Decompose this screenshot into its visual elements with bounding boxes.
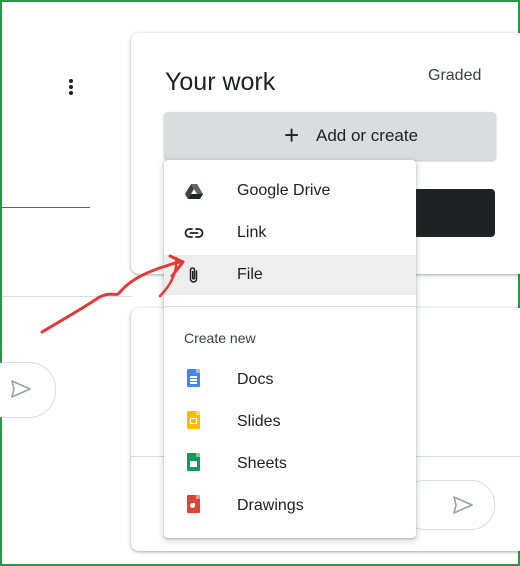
annotation-arrow-icon (40, 254, 185, 334)
